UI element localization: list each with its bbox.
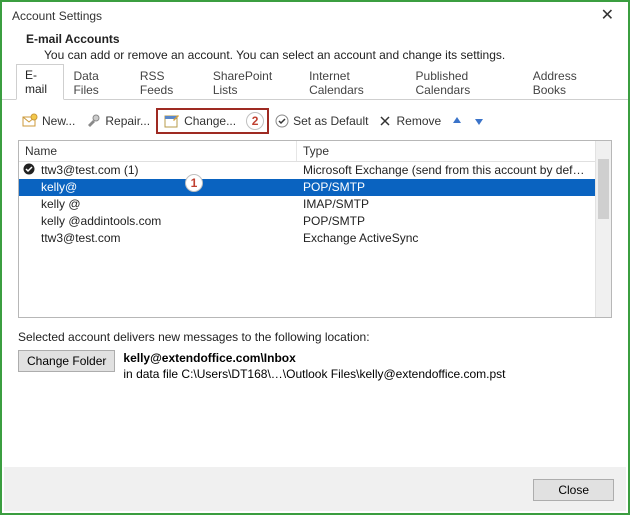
tools-icon [85,113,101,129]
close-icon[interactable]: ✕ [595,8,620,24]
list-rows: ttw3@test.com (1) Microsoft Exchange (se… [19,162,611,247]
set-default-button[interactable]: Set as Default [271,112,372,130]
annotation-badge-2: 2 [246,112,264,130]
tab-published-calendars[interactable]: Published Calendars [407,65,524,100]
close-button[interactable]: Close [533,479,614,501]
change-button[interactable]: Change... [160,111,240,131]
account-type: IMAP/SMTP [297,196,611,213]
accounts-list[interactable]: Name Type ttw3@test.com (1) Microsoft Ex… [18,140,612,318]
account-name: kelly @ [19,196,297,213]
delivery-intro: Selected account delivers new messages t… [2,318,628,346]
account-row[interactable]: kelly @addintools.com POP/SMTP [19,213,611,230]
account-row[interactable]: kelly @ IMAP/SMTP [19,196,611,213]
column-header-name[interactable]: Name [19,141,297,161]
account-name: ttw3@test.com [19,230,297,247]
remove-button[interactable]: Remove [374,112,445,130]
arrow-up-icon [451,115,463,127]
move-down-button[interactable] [469,113,489,129]
header-subtitle: You can add or remove an account. You ca… [26,48,604,62]
account-settings-dialog: Account Settings ✕ E-mail Accounts You c… [2,2,628,513]
move-up-button[interactable] [447,113,467,129]
check-circle-icon [275,114,289,128]
change-folder-button[interactable]: Change Folder [18,350,115,372]
repair-button[interactable]: Repair... [81,111,154,131]
new-button[interactable]: New... [18,111,79,131]
account-row[interactable]: ttw3@test.com (1) Microsoft Exchange (se… [19,162,611,179]
set-default-button-label: Set as Default [293,114,368,128]
delivery-datafile: in data file C:\Users\DT168\…\Outlook Fi… [123,367,505,381]
default-account-icon [23,163,35,175]
account-type: POP/SMTP [297,179,611,196]
account-name: kelly @addintools.com [19,213,297,230]
account-type: Exchange ActiveSync [297,230,611,247]
header-title: E-mail Accounts [26,32,604,46]
tab-address-books[interactable]: Address Books [524,65,614,100]
account-name: kelly@ [19,179,297,196]
change-button-label: Change... [184,114,236,128]
tab-sharepoint-lists[interactable]: SharePoint Lists [204,65,300,100]
account-type: POP/SMTP [297,213,611,230]
tab-data-files[interactable]: Data Files [64,65,130,100]
account-type: Microsoft Exchange (send from this accou… [297,162,611,179]
account-name: ttw3@test.com (1) [19,162,297,179]
title-bar: Account Settings ✕ [2,2,628,28]
tab-internet-calendars[interactable]: Internet Calendars [300,65,406,100]
window-title: Account Settings [12,9,102,23]
vertical-scrollbar[interactable] [595,141,611,317]
tab-email[interactable]: E-mail [16,64,64,100]
mail-new-icon [22,113,38,129]
annotation-box-2: Change... 2 [156,108,269,134]
account-row[interactable]: kelly@ POP/SMTP [19,179,611,196]
column-header-type[interactable]: Type [297,141,611,161]
list-header: Name Type [19,141,611,162]
remove-x-icon [378,114,392,128]
delivery-location: kelly@extendoffice.com\Inbox [123,351,295,365]
repair-button-label: Repair... [105,114,150,128]
scrollbar-thumb[interactable] [598,159,609,219]
new-button-label: New... [42,114,75,128]
toolbar: New... Repair... Change... 2 Set as Defa… [2,100,628,140]
annotation-badge-1: 1 [185,174,203,192]
tab-rss-feeds[interactable]: RSS Feeds [131,65,204,100]
arrow-down-icon [473,115,485,127]
delivery-text: kelly@extendoffice.com\Inbox in data fil… [123,350,505,382]
account-row[interactable]: ttw3@test.com Exchange ActiveSync [19,230,611,247]
tab-strip: E-mail Data Files RSS Feeds SharePoint L… [2,78,628,100]
change-icon [164,113,180,129]
remove-button-label: Remove [396,114,441,128]
delivery-row: Change Folder kelly@extendoffice.com\Inb… [2,346,628,382]
